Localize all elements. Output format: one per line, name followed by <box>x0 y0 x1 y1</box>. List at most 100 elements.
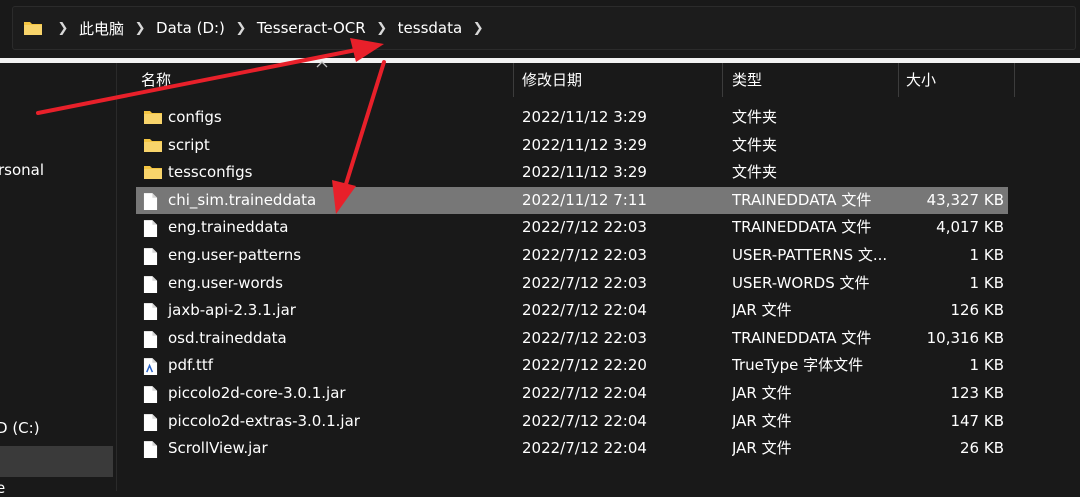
file-date: 2022/11/12 3:29 <box>522 163 647 182</box>
file-row[interactable]: eng.user-patterns 2022/7/12 22:03 USER-PAT… <box>136 242 1008 270</box>
file-date: 2022/7/12 22:04 <box>522 301 647 320</box>
file-type: JAR 文件 <box>732 301 792 320</box>
breadcrumb-data-drive[interactable]: Data (D:) <box>156 19 225 37</box>
file-date: 2022/11/12 3:29 <box>522 108 647 126</box>
file-icon <box>143 192 161 210</box>
file-row[interactable]: eng.traineddata 2022/7/12 22:03 TRAINEDDAT… <box>136 214 1008 242</box>
column-header-row: 名称 修改日期 类型 大小 <box>117 63 1080 97</box>
file-row[interactable]: osd.traineddata 2022/7/12 22:03 TRAINEDDAT… <box>136 325 1008 353</box>
file-size: 4,017 KB <box>936 218 1004 237</box>
column-divider[interactable] <box>722 63 723 97</box>
font-file-icon <box>143 357 161 376</box>
file-date: 2022/7/12 22:04 <box>522 439 647 458</box>
file-row[interactable]: jaxb-api-2.3.1.jar 2022/7/12 22:04 JAR 文件 1… <box>136 297 1008 325</box>
chevron-right-icon[interactable]: ❯ <box>231 21 251 36</box>
pane-divider <box>116 63 117 491</box>
file-type: USER-PATTERNS 文... <box>732 245 888 264</box>
file-row[interactable]: chi_sim.traineddata 2022/11/12 7:11 TRAINE… <box>136 186 1008 215</box>
file-row[interactable]: piccolo2d-core-3.0.1.jar 2022/7/12 22:04 J… <box>136 380 1008 408</box>
file-type: 文件夹 <box>732 135 778 154</box>
file-icon <box>143 385 161 403</box>
file-name: piccolo2d-extras-3.0.1.jar <box>168 411 360 430</box>
folder-icon <box>143 109 162 127</box>
file-date: 2022/11/12 7:11 <box>522 190 647 209</box>
chevron-right-icon[interactable]: ❯ <box>130 21 150 36</box>
file-size: 43,327 KB <box>926 190 1004 209</box>
folder-icon <box>143 137 162 155</box>
file-type: JAR 文件 <box>732 411 792 430</box>
file-size: 10,316 KB <box>926 328 1004 347</box>
file-icon <box>143 302 161 321</box>
column-header-size[interactable]: 大小 <box>906 63 936 97</box>
column-divider[interactable] <box>1014 63 1015 97</box>
file-type: TRAINEDDATA 文件 <box>732 328 872 347</box>
file-icon <box>143 330 161 348</box>
nav-item-personal[interactable]: rsonal <box>0 161 44 179</box>
file-row[interactable]: configs 2022/11/12 3:29 文件夹 <box>136 104 1008 132</box>
file-icon <box>143 413 161 431</box>
file-name: script <box>168 135 210 154</box>
file-type: JAR 文件 <box>732 383 792 402</box>
folder-icon <box>24 22 42 35</box>
file-name: configs <box>168 108 222 126</box>
file-size: 1 KB <box>969 245 1004 264</box>
file-row[interactable]: eng.user-words 2022/7/12 22:03 USER-WORDS … <box>136 270 1008 298</box>
breadcrumb-tessdata[interactable]: tessdata <box>398 19 463 37</box>
file-date: 2022/7/12 22:20 <box>522 356 647 375</box>
file-date: 2022/7/12 22:03 <box>522 273 647 292</box>
file-list: configs 2022/11/12 3:29 文件夹 script 2022/11/1… <box>136 104 1008 463</box>
file-row[interactable]: tessconfigs 2022/11/12 3:29 文件夹 <box>136 159 1008 187</box>
navigation-pane: rsonal D (C:) e <box>0 63 116 497</box>
file-name: tessconfigs <box>168 163 253 182</box>
column-divider[interactable] <box>513 63 514 97</box>
file-size: 26 KB <box>960 439 1004 458</box>
file-type: USER-WORDS 文件 <box>732 273 870 292</box>
file-date: 2022/7/12 22:04 <box>522 383 647 402</box>
column-header-type[interactable]: 类型 <box>732 63 762 97</box>
nav-item-partial[interactable]: e <box>0 479 5 497</box>
nav-item-selected[interactable] <box>0 446 113 477</box>
chevron-right-icon[interactable]: ❯ <box>53 21 73 36</box>
nav-item-c-drive[interactable]: D (C:) <box>0 419 40 437</box>
file-size: 123 KB <box>950 383 1004 402</box>
file-name: eng.user-words <box>168 273 283 292</box>
file-type: TRAINEDDATA 文件 <box>732 218 872 237</box>
file-icon <box>143 247 161 265</box>
file-row[interactable]: script 2022/11/12 3:29 文件夹 <box>136 132 1008 160</box>
breadcrumb-tesseract-ocr[interactable]: Tesseract-OCR <box>257 19 366 37</box>
column-divider[interactable] <box>898 63 899 97</box>
file-type: TRAINEDDATA 文件 <box>732 190 872 209</box>
file-row[interactable]: ScrollView.jar 2022/7/12 22:04 JAR 文件 26 KB <box>136 435 1008 463</box>
file-name: ScrollView.jar <box>168 439 268 458</box>
file-icon <box>143 275 161 293</box>
column-header-date[interactable]: 修改日期 <box>522 63 582 97</box>
file-type: JAR 文件 <box>732 439 792 458</box>
file-date: 2022/11/12 3:29 <box>522 135 647 154</box>
file-name: eng.traineddata <box>168 218 289 237</box>
folder-icon <box>143 164 162 182</box>
file-size: 1 KB <box>969 273 1004 292</box>
file-date: 2022/7/12 22:04 <box>522 411 647 430</box>
file-type: TrueType 字体文件 <box>732 356 864 375</box>
file-name: osd.traineddata <box>168 328 287 347</box>
file-row[interactable]: pdf.ttf 2022/7/12 22:20 TrueType 字体文件 1 KB <box>136 352 1008 380</box>
chevron-right-icon[interactable]: ❯ <box>468 21 488 36</box>
file-date: 2022/7/12 22:03 <box>522 245 647 264</box>
sort-ascending-icon <box>316 61 328 68</box>
file-name: piccolo2d-core-3.0.1.jar <box>168 383 346 402</box>
file-size: 147 KB <box>950 411 1004 430</box>
file-name: eng.user-patterns <box>168 245 302 264</box>
file-type: 文件夹 <box>732 108 778 126</box>
column-header-name[interactable]: 名称 <box>141 63 171 97</box>
address-bar[interactable]: ❯ 此电脑 ❯ Data (D:) ❯ Tesseract-OCR ❯ tess… <box>12 6 1076 50</box>
file-type: 文件夹 <box>732 163 778 182</box>
file-size: 1 KB <box>969 356 1004 375</box>
breadcrumb-this-pc[interactable]: 此电脑 <box>79 18 124 39</box>
chevron-right-icon[interactable]: ❯ <box>372 21 392 36</box>
file-row[interactable]: piccolo2d-extras-3.0.1.jar 2022/7/12 22:0… <box>136 408 1008 436</box>
file-name: jaxb-api-2.3.1.jar <box>168 301 296 320</box>
file-date: 2022/7/12 22:03 <box>522 328 647 347</box>
file-icon <box>143 440 161 459</box>
file-name: chi_sim.traineddata <box>168 190 317 209</box>
file-name: pdf.ttf <box>168 356 214 375</box>
